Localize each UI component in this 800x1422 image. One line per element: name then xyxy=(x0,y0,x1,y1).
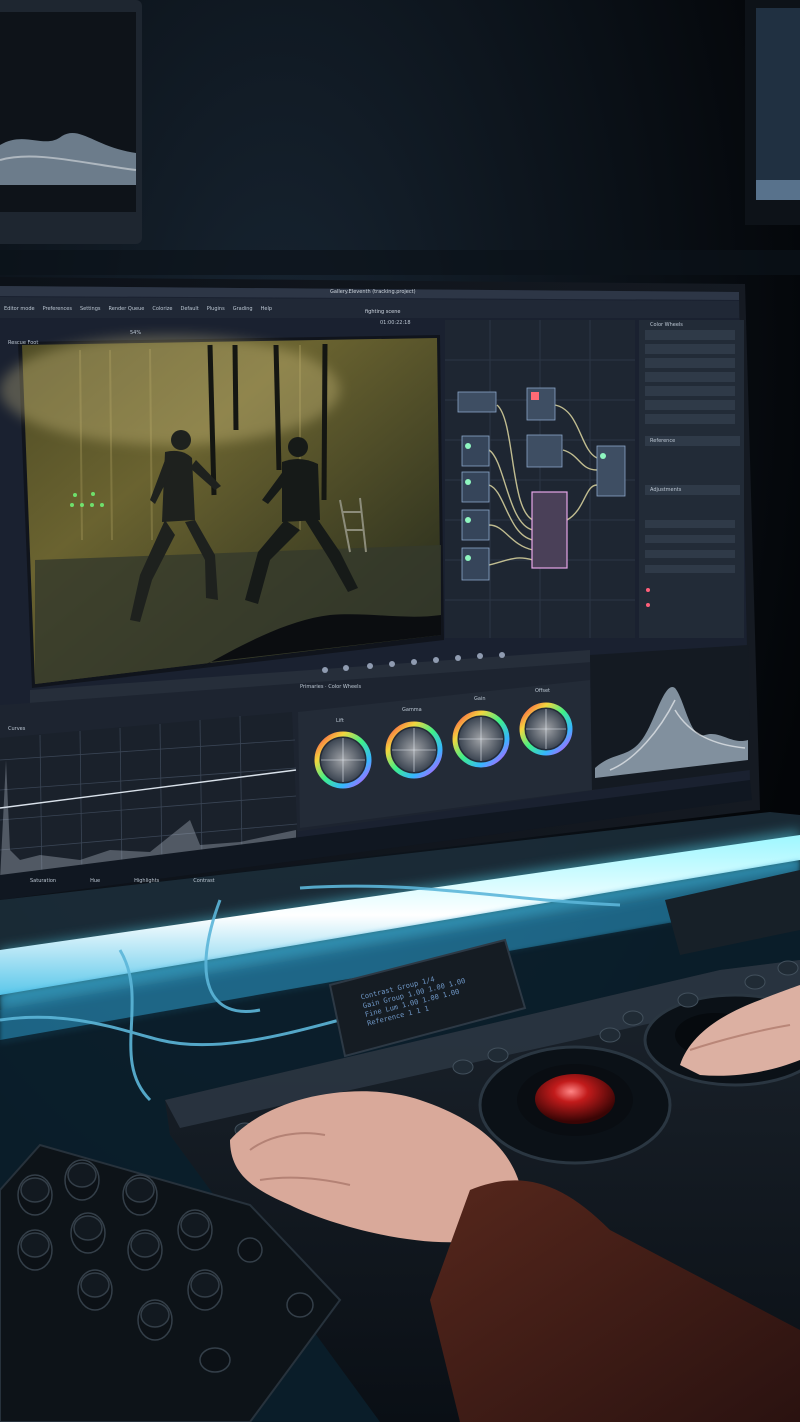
menu-item[interactable]: Preferences xyxy=(43,306,72,312)
param-label: Highlights xyxy=(134,878,160,884)
menu-item[interactable]: Editor mode xyxy=(4,306,35,312)
upper-left-monitor xyxy=(0,0,142,244)
trackball-red[interactable] xyxy=(535,1074,615,1124)
param-label: Saturation xyxy=(30,878,57,884)
photo-scene: Gallery.Eleventh (tracking.project) figh… xyxy=(0,0,800,1422)
wheel-label-lift: Lift xyxy=(336,718,344,724)
zoom-level[interactable]: 54% xyxy=(130,330,141,336)
project-name: fighting scene xyxy=(365,309,401,315)
timecode: 01:00:22:18 xyxy=(380,320,411,326)
param-label: Hue xyxy=(90,878,101,884)
menu-item[interactable]: Plugins xyxy=(207,306,225,312)
wheel-label-gain: Gain xyxy=(474,696,486,702)
wheel-label-gamma: Gamma xyxy=(402,707,422,713)
menu-item[interactable]: Settings xyxy=(80,306,101,312)
wheel-lift[interactable] xyxy=(314,731,372,789)
wheel-gain[interactable] xyxy=(452,710,510,768)
viewer-label: Rescue Foot xyxy=(8,340,39,346)
param-label: Contrast xyxy=(193,878,215,884)
menu-item[interactable]: Grading xyxy=(233,306,253,312)
wheel-label-offset: Offset xyxy=(535,688,551,694)
menu-item[interactable]: Render Queue xyxy=(109,306,145,312)
upper-right-monitor xyxy=(745,0,800,225)
bottom-parameter-labels: Saturation Hue Highlights Contrast xyxy=(30,878,215,884)
menu-bar-items: Editor mode Preferences Settings Render … xyxy=(4,306,272,312)
app-title: Gallery.Eleventh (tracking.project) xyxy=(330,289,416,295)
menu-item[interactable]: Default xyxy=(181,306,199,312)
inspector-label: Color Wheels xyxy=(650,322,683,328)
wheel-offset[interactable] xyxy=(519,702,573,756)
wheel-gamma[interactable] xyxy=(385,721,443,779)
scene-artwork xyxy=(0,0,800,1422)
wall-shelf xyxy=(0,250,800,275)
inspector-label: Adjustments xyxy=(650,487,682,493)
menu-item[interactable]: Help xyxy=(261,306,272,312)
menu-item[interactable]: Colorize xyxy=(152,306,172,312)
curves-label: Curves xyxy=(8,726,26,732)
inspector-label: Reference xyxy=(650,438,676,444)
primaries-label: Primaries · Color Wheels xyxy=(300,684,362,690)
